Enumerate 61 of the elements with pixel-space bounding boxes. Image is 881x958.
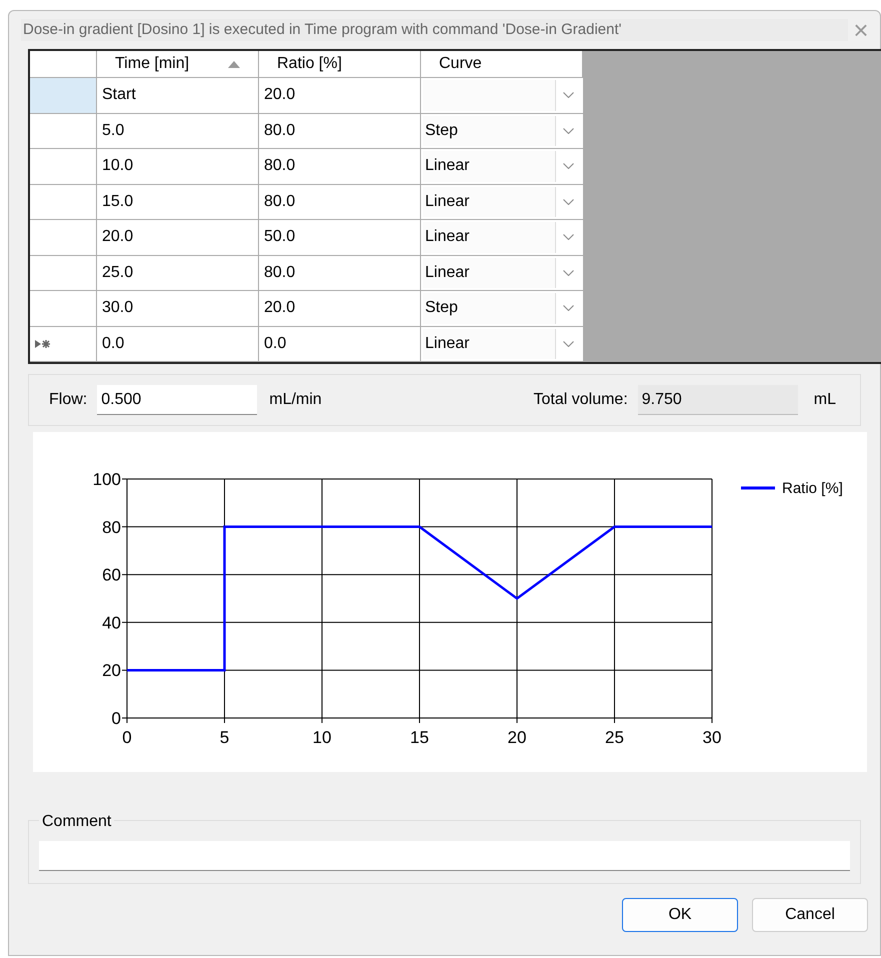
x-tick-label: 15 (410, 728, 429, 747)
total-volume-label: Total volume: (534, 390, 628, 410)
x-tick-label: 0 (122, 728, 132, 747)
dialog-button[interactable]: OK (622, 898, 738, 932)
column-header[interactable]: Time [min] (97, 51, 259, 78)
y-tick-label: 20 (102, 661, 121, 680)
chevron-down-icon (563, 270, 574, 276)
table-cell: 80.0 (259, 256, 421, 291)
table-cell: 5.0 (97, 114, 259, 149)
new-row-icon (35, 338, 53, 349)
table-cell: 20.0 (259, 78, 421, 114)
table-cell: 15.0 (97, 184, 259, 220)
table-cell: 10.0 (97, 149, 259, 184)
curve-dropdown[interactable]: Linear (421, 220, 583, 256)
y-tick-label: 100 (92, 470, 121, 489)
y-tick-label: 60 (102, 566, 121, 585)
y-tick-label: 40 (102, 613, 121, 632)
table-cell: 80.0 (259, 114, 421, 149)
chevron-down-icon (563, 305, 574, 312)
chevron-down-icon (563, 128, 574, 134)
chevron-down-icon (563, 198, 574, 205)
y-tick-label: 80 (102, 518, 121, 537)
table-cell: Start (97, 78, 259, 114)
total-volume-field[interactable]: 9.750 (638, 385, 798, 415)
table-cell: 0.0 (97, 326, 259, 362)
table-cell: 20.0 (97, 220, 259, 256)
curve-dropdown[interactable]: Linear (421, 184, 583, 220)
curve-dropdown[interactable]: Step (421, 291, 583, 326)
x-tick-label: 25 (605, 728, 624, 747)
curve-dropdown[interactable] (421, 78, 583, 114)
dialog-button[interactable]: Cancel (752, 898, 868, 932)
flow-label: Flow: (49, 390, 88, 410)
table-cell: 0.0 (259, 326, 421, 362)
flow-unit: mL/min (269, 390, 322, 410)
curve-dropdown[interactable]: Step (421, 114, 583, 149)
column-header[interactable]: Ratio [%] (259, 51, 421, 78)
table-cell: 50.0 (259, 220, 421, 256)
x-tick-label: 20 (508, 728, 526, 747)
chevron-down-icon (563, 340, 574, 347)
column-header[interactable]: Curve (421, 51, 583, 78)
comment-field[interactable] (39, 841, 850, 871)
curve-dropdown[interactable]: Linear (421, 326, 583, 362)
x-tick-label: 10 (312, 728, 332, 747)
legend-label: Ratio [%] (782, 480, 843, 497)
curve-dropdown[interactable]: Linear (421, 149, 583, 184)
window-title: Dose-in gradient [Dosino 1] is executed in Time program with command 'Dose-in Gradient' (21, 18, 848, 42)
chevron-down-icon (563, 92, 574, 98)
table-cell: 30.0 (97, 291, 259, 326)
table-cell: 80.0 (259, 184, 421, 220)
row-header[interactable] (30, 326, 97, 362)
chevron-down-icon (563, 163, 574, 170)
x-tick-label: 5 (220, 728, 230, 747)
x-tick-label: 30 (702, 728, 722, 747)
table-cell: 20.0 (259, 291, 421, 326)
table-cell: 80.0 (259, 149, 421, 184)
y-tick-label: 0 (112, 709, 121, 728)
flow-field[interactable]: 0.500 (97, 385, 258, 415)
table-cell: 25.0 (97, 256, 259, 291)
chevron-down-icon (563, 234, 574, 240)
total-volume-unit: mL (814, 390, 836, 410)
curve-dropdown[interactable]: Linear (421, 256, 583, 291)
